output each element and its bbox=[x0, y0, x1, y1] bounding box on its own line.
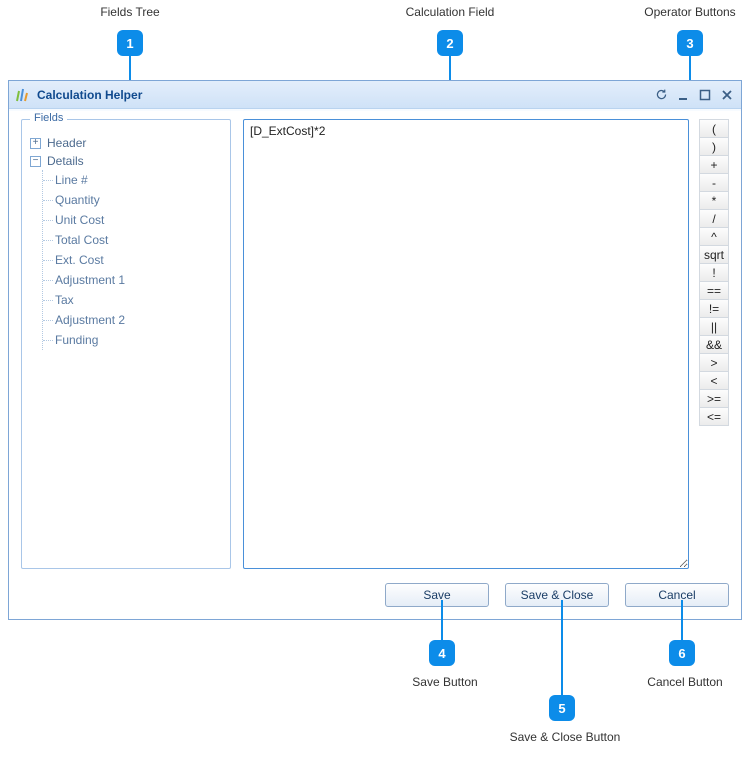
annotation-bubble-5: 5 bbox=[549, 695, 575, 721]
annotation-line-4 bbox=[441, 600, 443, 640]
window-title: Calculation Helper bbox=[37, 88, 653, 102]
close-icon[interactable] bbox=[719, 87, 735, 103]
operator-buttons: ( ) + - * / ^ sqrt ! == != || && > < >= bbox=[699, 119, 729, 569]
tree-leaf[interactable]: Tax bbox=[55, 290, 222, 310]
annotation-label-1: Fields Tree bbox=[90, 5, 170, 19]
op-multiply[interactable]: * bbox=[699, 191, 729, 210]
tree-node-label: Header bbox=[47, 136, 86, 150]
tree-leaf[interactable]: Total Cost bbox=[55, 230, 222, 250]
annotation-label-4: Save Button bbox=[405, 675, 485, 689]
minimize-icon[interactable] bbox=[675, 87, 691, 103]
op-eq[interactable]: == bbox=[699, 281, 729, 300]
maximize-icon[interactable] bbox=[697, 87, 713, 103]
op-sqrt[interactable]: sqrt bbox=[699, 245, 729, 264]
refresh-icon[interactable] bbox=[653, 87, 669, 103]
app-logo-icon bbox=[15, 87, 31, 103]
annotation-line-6 bbox=[681, 600, 683, 640]
op-close-paren[interactable]: ) bbox=[699, 137, 729, 156]
op-lt[interactable]: < bbox=[699, 371, 729, 390]
collapse-icon[interactable]: − bbox=[30, 156, 41, 167]
op-plus[interactable]: + bbox=[699, 155, 729, 174]
button-row: Save Save & Close Cancel bbox=[21, 569, 729, 607]
op-gte[interactable]: >= bbox=[699, 389, 729, 408]
tree-leaf[interactable]: Line # bbox=[55, 170, 222, 190]
save-close-button[interactable]: Save & Close bbox=[505, 583, 609, 607]
tree-leaf[interactable]: Quantity bbox=[55, 190, 222, 210]
tree-node-details[interactable]: − Details bbox=[30, 152, 222, 170]
tree-node-label: Details bbox=[47, 154, 84, 168]
annotation-label-6: Cancel Button bbox=[640, 675, 730, 689]
main-row: Fields + Header − Details Line # Quantit… bbox=[21, 119, 729, 569]
annotation-bubble-3: 3 bbox=[677, 30, 703, 56]
calculation-helper-window: Calculation Helper Fields + bbox=[8, 80, 742, 620]
annotation-bubble-2: 2 bbox=[437, 30, 463, 56]
save-button[interactable]: Save bbox=[385, 583, 489, 607]
tree-children-details: Line # Quantity Unit Cost Total Cost Ext… bbox=[42, 170, 222, 350]
annotation-label-3: Operator Buttons bbox=[640, 5, 740, 19]
expand-icon[interactable]: + bbox=[30, 138, 41, 149]
op-not[interactable]: ! bbox=[699, 263, 729, 282]
annotation-label-2: Calculation Field bbox=[400, 5, 500, 19]
window-content: Fields + Header − Details Line # Quantit… bbox=[9, 109, 741, 619]
tree-leaf[interactable]: Adjustment 1 bbox=[55, 270, 222, 290]
annotation-bubble-4: 4 bbox=[429, 640, 455, 666]
tree-leaf[interactable]: Adjustment 2 bbox=[55, 310, 222, 330]
op-gt[interactable]: > bbox=[699, 353, 729, 372]
window-buttons bbox=[653, 87, 735, 103]
annotation-line-5 bbox=[561, 600, 563, 695]
op-open-paren[interactable]: ( bbox=[699, 119, 729, 138]
annotation-label-5: Save & Close Button bbox=[505, 730, 625, 744]
op-or[interactable]: || bbox=[699, 317, 729, 336]
op-lte[interactable]: <= bbox=[699, 407, 729, 426]
fields-legend: Fields bbox=[30, 112, 67, 124]
op-divide[interactable]: / bbox=[699, 209, 729, 228]
annotation-bubble-6: 6 bbox=[669, 640, 695, 666]
op-and[interactable]: && bbox=[699, 335, 729, 354]
op-power[interactable]: ^ bbox=[699, 227, 729, 246]
tree-leaf[interactable]: Ext. Cost bbox=[55, 250, 222, 270]
cancel-button[interactable]: Cancel bbox=[625, 583, 729, 607]
op-neq[interactable]: != bbox=[699, 299, 729, 318]
calculation-area: ( ) + - * / ^ sqrt ! == != || && > < >= bbox=[243, 119, 729, 569]
tree-leaf[interactable]: Funding bbox=[55, 330, 222, 350]
tree-node-header[interactable]: + Header bbox=[30, 134, 222, 152]
tree-leaf[interactable]: Unit Cost bbox=[55, 210, 222, 230]
op-minus[interactable]: - bbox=[699, 173, 729, 192]
calculation-field[interactable] bbox=[243, 119, 689, 569]
fields-panel: Fields + Header − Details Line # Quantit… bbox=[21, 119, 231, 569]
annotation-bubble-1: 1 bbox=[117, 30, 143, 56]
titlebar: Calculation Helper bbox=[9, 81, 741, 109]
fields-tree: + Header − Details Line # Quantity Unit … bbox=[30, 134, 222, 350]
